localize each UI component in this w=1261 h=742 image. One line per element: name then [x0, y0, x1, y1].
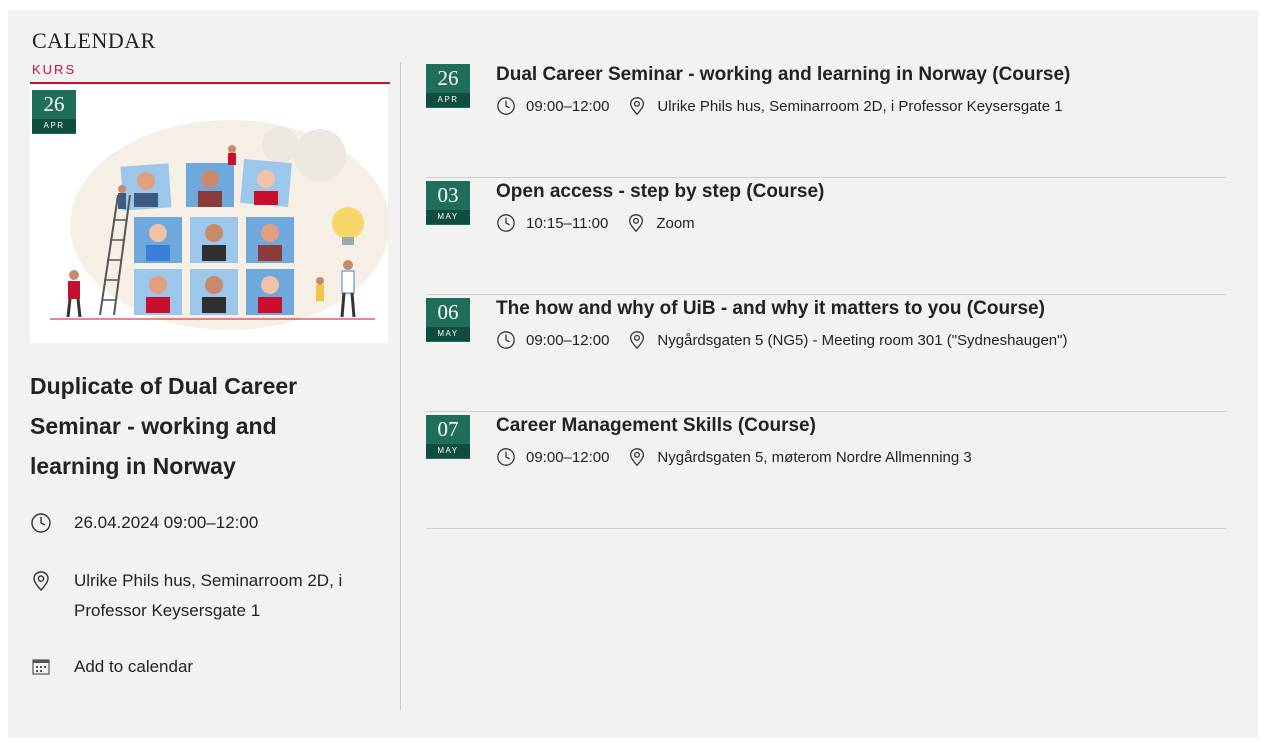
event-date-month: MAY — [426, 444, 470, 458]
event-item[interactable]: 03 MAY Open access - step by step (Cours… — [426, 179, 1226, 295]
event-date-day: 06 — [437, 300, 459, 324]
event-date-month: APR — [426, 93, 470, 107]
event-location: Ulrike Phils hus, Seminarroom 2D, i Prof… — [657, 97, 1063, 115]
featured-event-title[interactable]: Duplicate of Dual Career Seminar - worki… — [30, 366, 350, 486]
event-location: Zoom — [656, 214, 695, 232]
event-meta: 09:00–12:00 Ulrike Phils hus, Seminarroo… — [496, 96, 1063, 116]
category-label[interactable]: KURS — [32, 62, 76, 77]
clock-icon — [497, 448, 515, 466]
event-item[interactable]: 26 APR Dual Career Seminar - working and… — [426, 62, 1226, 178]
calendar-add-icon — [32, 659, 50, 675]
clock-icon — [497, 214, 515, 232]
people-grid-illustration — [50, 120, 388, 330]
event-location: Nygårdsgaten 5 (NG5) - Meeting room 301 … — [657, 331, 1068, 349]
featured-location-row: Ulrike Phils hus, Seminarroom 2D, i Prof… — [30, 566, 384, 626]
event-title[interactable]: Dual Career Seminar - working and learni… — [496, 64, 1070, 86]
featured-date-month: APR — [32, 119, 76, 133]
map-pin-icon — [630, 331, 645, 350]
event-date-month: MAY — [426, 327, 470, 341]
event-date-badge: 03 MAY — [426, 181, 470, 225]
event-date-badge: 26 APR — [426, 64, 470, 108]
event-meta: 10:15–11:00 Zoom — [496, 213, 695, 233]
event-date-month: MAY — [426, 210, 470, 224]
column-divider — [400, 62, 401, 710]
event-date-day: 07 — [437, 417, 459, 441]
add-to-calendar-link[interactable]: Add to calendar — [74, 652, 384, 682]
featured-date-day: 26 — [43, 92, 65, 116]
event-meta: 09:00–12:00 Nygårdsgaten 5, møterom Nord… — [496, 447, 972, 467]
clock-icon — [497, 97, 515, 115]
clock-icon — [31, 513, 51, 533]
featured-datetime: 26.04.2024 09:00–12:00 — [74, 513, 259, 532]
calendar-panel: CALENDAR KURS 26 APR Duplicate of Dual C… — [8, 10, 1258, 738]
clock-icon — [497, 331, 515, 349]
featured-event-image[interactable] — [30, 85, 388, 343]
event-item[interactable]: 07 MAY Career Management Skills (Course)… — [426, 413, 1226, 529]
map-pin-icon — [630, 448, 645, 467]
featured-datetime-row: 26.04.2024 09:00–12:00 — [30, 508, 384, 538]
event-title[interactable]: The how and why of UiB - and why it matt… — [496, 298, 1045, 320]
event-title[interactable]: Career Management Skills (Course) — [496, 415, 816, 437]
category-rule — [30, 82, 390, 84]
event-date-day: 26 — [437, 66, 459, 90]
event-time: 09:00–12:00 — [526, 97, 610, 115]
event-time: 10:15–11:00 — [526, 214, 609, 232]
event-location: Nygårdsgaten 5, møterom Nordre Allmennin… — [657, 448, 972, 466]
event-date-badge: 06 MAY — [426, 298, 470, 342]
event-date-day: 03 — [437, 183, 459, 207]
add-to-calendar-row[interactable]: Add to calendar — [30, 652, 384, 682]
event-meta: 09:00–12:00 Nygårdsgaten 5 (NG5) - Meeti… — [496, 330, 1067, 350]
featured-location: Ulrike Phils hus, Seminarroom 2D, i Prof… — [74, 571, 343, 620]
event-time: 09:00–12:00 — [526, 448, 610, 466]
calendar-heading: CALENDAR — [32, 28, 156, 53]
map-pin-icon — [33, 571, 49, 591]
event-item[interactable]: 06 MAY The how and why of UiB - and why … — [426, 296, 1226, 412]
map-pin-icon — [629, 214, 644, 233]
event-time: 09:00–12:00 — [526, 331, 610, 349]
map-pin-icon — [630, 97, 645, 116]
featured-date-badge: 26 APR — [32, 90, 76, 134]
event-date-badge: 07 MAY — [426, 415, 470, 459]
event-title[interactable]: Open access - step by step (Course) — [496, 181, 824, 203]
